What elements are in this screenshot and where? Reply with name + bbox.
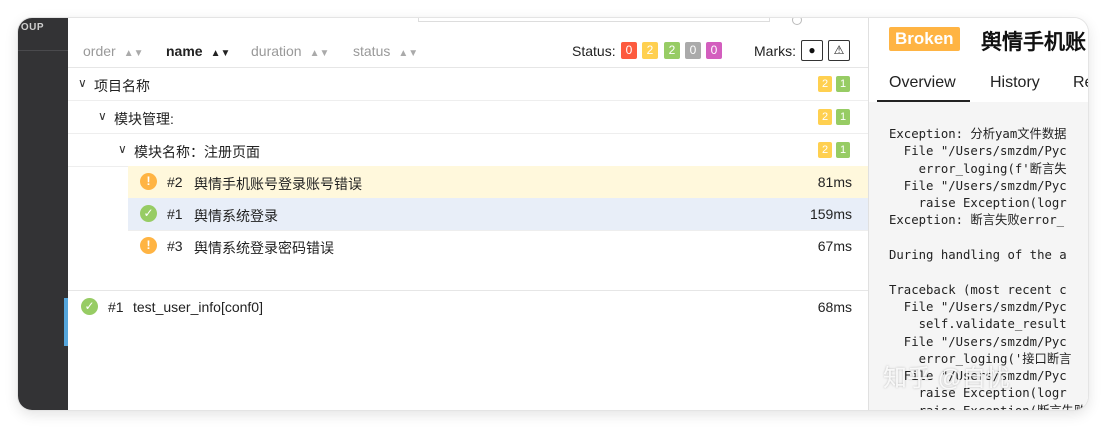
tab-overview[interactable]: Overview: [877, 74, 970, 103]
test-detail-pane: Broken 舆情手机账 Overview History Re Excepti…: [868, 18, 1088, 410]
sort-arrows-icon: ▲▼: [398, 48, 419, 59]
sidebar-divider: [18, 50, 68, 51]
test-case-number: #1: [167, 206, 183, 222]
group-label: 项目名称: [94, 78, 150, 94]
group-label: 模块名称：注册页面: [134, 144, 260, 160]
status-skipped-toggle[interactable]: 0: [685, 42, 701, 59]
test-case-row[interactable]: ✓ #1 舆情系统登录 159ms: [128, 198, 868, 231]
tree-group-project[interactable]: ∨ 项目名称 2 1: [68, 68, 868, 101]
test-case-row-selected[interactable]: ! #2 舆情手机账号登录账号错误 81ms: [128, 166, 868, 199]
status-failed-toggle[interactable]: 0: [621, 42, 637, 59]
test-case-duration: 68ms: [817, 299, 852, 315]
sort-status-label: status: [353, 43, 391, 59]
search-icon[interactable]: [792, 18, 802, 25]
sort-duration-button[interactable]: duration ▲▼: [251, 43, 329, 59]
logo[interactable]: OUP: [18, 22, 44, 33]
test-case-duration: 159ms: [809, 206, 852, 222]
sort-arrows-icon: ▲▼: [123, 48, 144, 59]
broken-status-icon: !: [140, 173, 157, 190]
sort-status-button[interactable]: status ▲▼: [353, 43, 418, 59]
passed-status-icon: ✓: [140, 205, 157, 222]
sort-name-label: name: [166, 43, 203, 59]
passed-status-icon: ✓: [81, 298, 98, 315]
sort-name-button[interactable]: name ▲▼: [166, 43, 230, 59]
status-passed-toggle[interactable]: 2: [664, 42, 680, 59]
broken-count-badge: 2: [818, 109, 832, 125]
passed-count-badge: 1: [836, 109, 850, 125]
status-filter-label: Status:: [572, 43, 616, 59]
test-case-duration: 81ms: [817, 174, 852, 190]
test-tree-pane: order ▲▼ name ▲▼ duration ▲▼ status ▲▼ Statu…: [68, 18, 868, 410]
test-case-number: #1: [108, 299, 124, 315]
test-case-name: 舆情系统登录密码错误: [194, 240, 334, 256]
warning-icon[interactable]: ⚠: [828, 40, 850, 61]
tab-retries[interactable]: Re: [1073, 74, 1088, 92]
tree-group-module-management[interactable]: ∨ 模块管理: 2 1: [68, 101, 868, 134]
chevron-down-icon[interactable]: ∨: [98, 109, 107, 123]
app-window: OUP order ▲▼ name ▲▼ duration ▲▼ status ▲▼ S…: [18, 18, 1088, 410]
tree-toolbar: order ▲▼ name ▲▼ duration ▲▼ status ▲▼ Statu…: [68, 35, 868, 68]
test-case-name: test_user_info[conf0]: [133, 299, 263, 315]
status-broken-toggle[interactable]: 2: [642, 42, 658, 59]
test-case-number: #2: [167, 174, 183, 190]
sort-arrows-icon: ▲▼: [210, 48, 231, 59]
sort-order-button[interactable]: order ▲▼: [83, 43, 143, 59]
passed-count-badge: 1: [836, 76, 850, 92]
status-unknown-toggle[interactable]: 0: [706, 42, 722, 59]
test-case-name: 舆情系统登录: [194, 208, 278, 224]
status-badge: Broken: [889, 27, 960, 51]
bomb-icon[interactable]: ●: [801, 40, 823, 61]
marks-filter-label: Marks:: [754, 43, 796, 59]
test-case-number: #3: [167, 238, 183, 254]
test-case-duration: 67ms: [817, 238, 852, 254]
broken-status-icon: !: [140, 237, 157, 254]
sort-arrows-icon: ▲▼: [309, 48, 330, 59]
tree-group-module-name[interactable]: ∨ 模块名称：注册页面 2 1: [68, 134, 868, 167]
chevron-down-icon[interactable]: ∨: [78, 76, 87, 90]
passed-count-badge: 1: [836, 142, 850, 158]
test-case-row[interactable]: ! #3 舆情系统登录密码错误 67ms: [128, 230, 868, 262]
tab-history[interactable]: History: [990, 74, 1040, 92]
watermark: 知乎 @自忧: [883, 365, 1011, 392]
sidebar: OUP: [18, 18, 68, 410]
page-title: 舆情手机账: [981, 31, 1086, 54]
test-case-row-root[interactable]: ✓ #1 test_user_info[conf0] 68ms: [68, 291, 868, 323]
chevron-down-icon[interactable]: ∨: [118, 142, 127, 156]
broken-count-badge: 2: [818, 142, 832, 158]
group-label: 模块管理:: [114, 111, 174, 127]
detail-tabs: Overview History Re: [869, 64, 1088, 103]
broken-count-badge: 2: [818, 76, 832, 92]
sort-order-label: order: [83, 43, 116, 59]
sort-duration-label: duration: [251, 43, 302, 59]
search-input[interactable]: [418, 18, 770, 22]
test-case-name: 舆情手机账号登录账号错误: [194, 176, 362, 192]
